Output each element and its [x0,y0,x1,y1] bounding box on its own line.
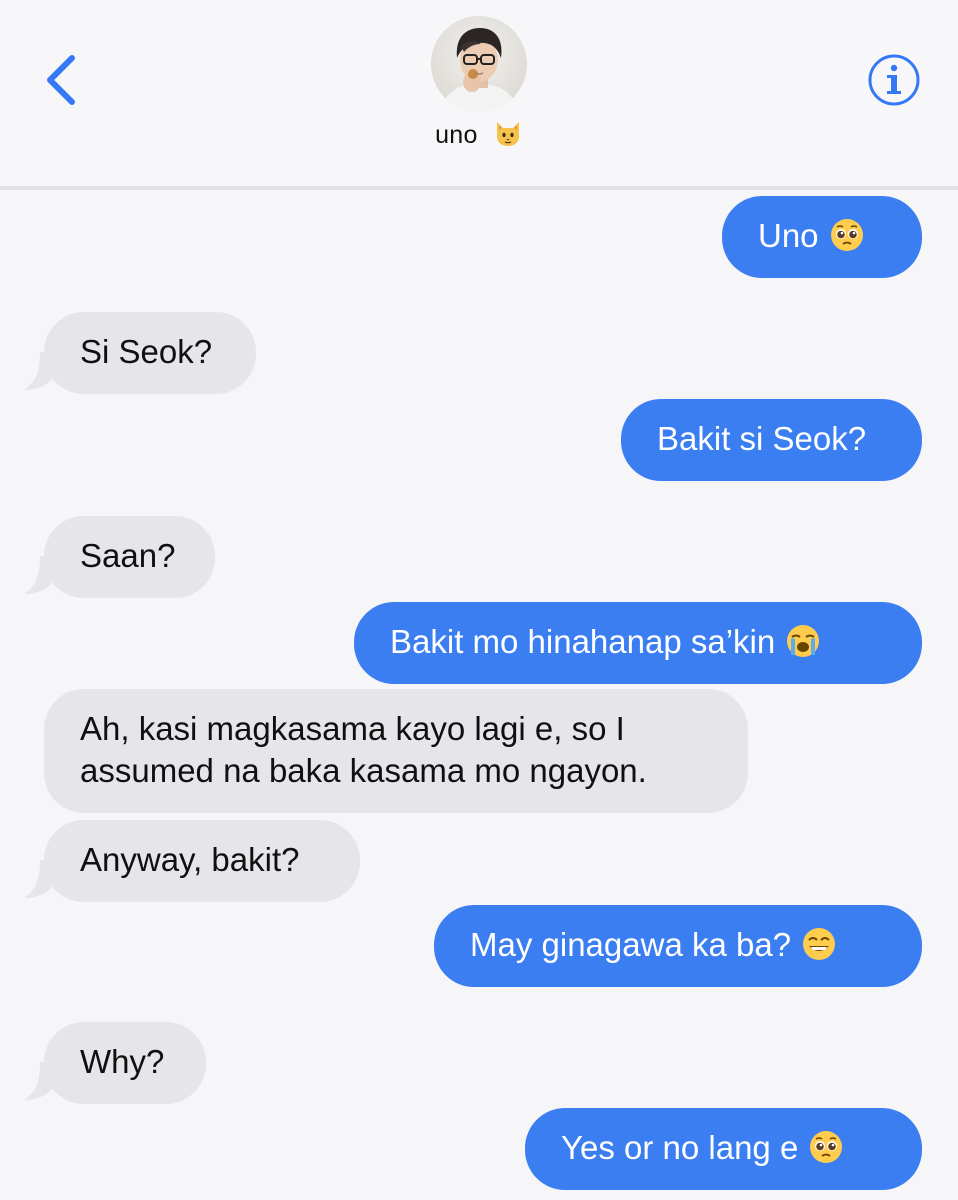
message-text: Why? [80,1043,165,1080]
message-text-line-2: assumed na baka kasama mo ngayon. [80,752,647,789]
message-text: Yes or no lang e [561,1129,799,1166]
grinning-face-icon [803,928,836,960]
message-text: Saan? [80,537,176,574]
messages-screen: uno Uno Si Seok? Bakit si Seok? Saan? Ba… [0,0,958,1200]
message-text: Ah, kasi magkasama kayo lagi e, so I [80,710,625,747]
message-bubble-outgoing[interactable]: Bakit si Seok? [621,399,922,481]
pleading-face-icon [810,1131,843,1163]
conversation-header: uno [0,0,958,186]
message-text: Bakit si Seok? [657,420,867,457]
message-bubble-incoming[interactable]: Saan? [44,516,215,598]
message-text: Anyway, bakit? [80,841,300,878]
cat-face-icon [496,122,519,146]
message-bubble-outgoing[interactable]: Uno [722,196,922,278]
pleading-face-icon [830,219,863,251]
message-bubble-outgoing[interactable]: Yes or no lang e [525,1108,922,1190]
message-text: May ginagawa ka ba? [470,926,792,963]
message-bubble-incoming[interactable]: Anyway, bakit? [44,820,360,902]
message-bubble-incoming[interactable]: Ah, kasi magkasama kayo lagi e, so I ass… [44,689,748,813]
contact-name-row[interactable]: uno [0,118,958,150]
chevron-left-icon [47,55,75,105]
info-icon [868,54,920,106]
avatar-photo [431,16,527,112]
message-text: Uno [758,217,819,254]
message-text: Bakit mo hinahanap sa’kin [390,623,776,660]
message-text: Si Seok? [80,333,213,370]
loudly-crying-face-icon [787,625,820,657]
message-bubble-outgoing[interactable]: May ginagawa ka ba? [434,905,922,987]
back-button[interactable] [38,52,86,108]
contact-name: uno [435,121,478,149]
message-bubble-outgoing[interactable]: Bakit mo hinahanap sa’kin [354,602,922,684]
message-bubble-incoming[interactable]: Why? [44,1022,206,1104]
header-divider [0,186,958,190]
info-button[interactable] [867,53,921,107]
message-bubble-incoming[interactable]: Si Seok? [44,312,256,394]
contact-avatar[interactable] [431,16,527,112]
